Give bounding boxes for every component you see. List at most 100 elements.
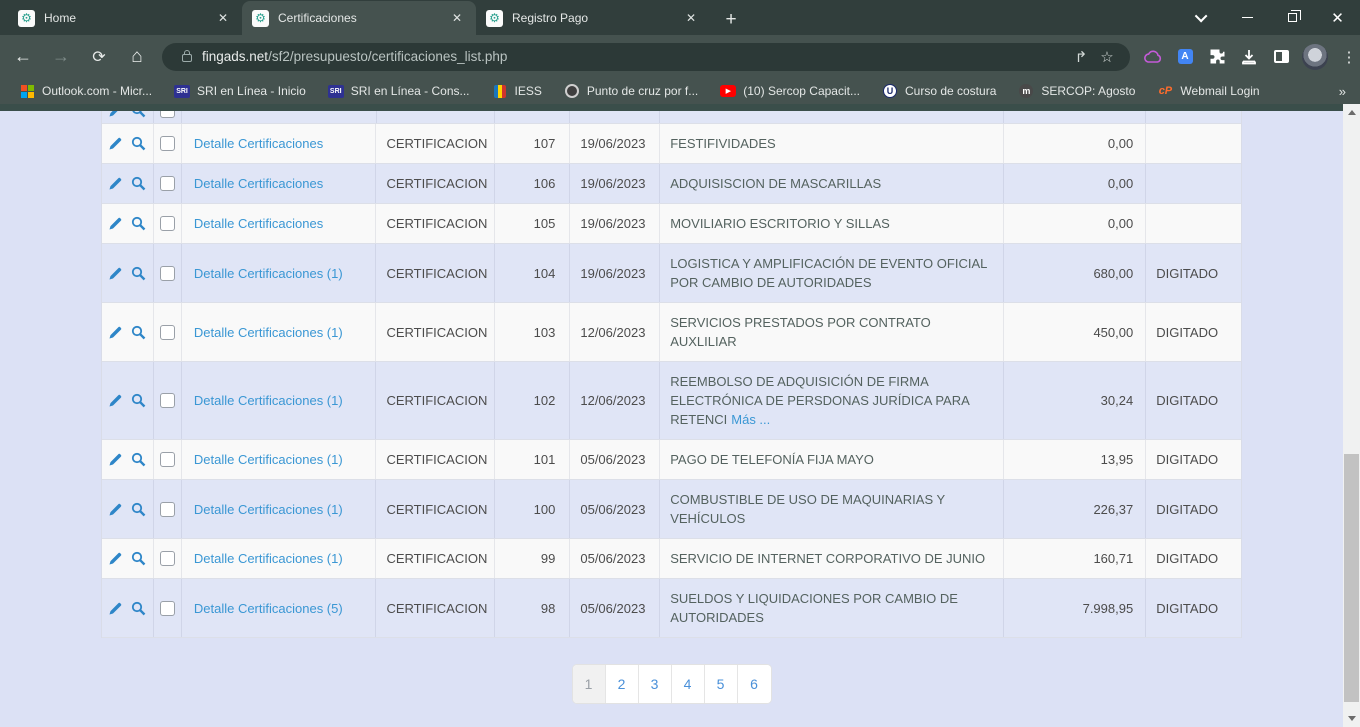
scrollbar-thumb[interactable] — [1344, 454, 1359, 702]
browser-tab[interactable]: ⚙ Home ✕ — [8, 1, 242, 35]
detalle-certificaciones-link[interactable]: Detalle Certificaciones (1) — [194, 450, 343, 469]
edit-icon[interactable] — [107, 265, 124, 282]
edit-icon[interactable] — [107, 324, 124, 341]
scroll-down-arrow-icon[interactable] — [1343, 710, 1360, 727]
pagination-page-link[interactable]: 4 — [672, 665, 705, 703]
bookmark-star-icon[interactable]: ☆ — [1094, 44, 1120, 70]
bookmark-item[interactable]: SRI SRI en Línea - Inicio — [163, 79, 317, 103]
edit-icon[interactable] — [107, 600, 124, 617]
bookmark-label: IESS — [515, 84, 542, 98]
search-icon[interactable] — [130, 265, 147, 282]
reload-icon[interactable]: ⟳ — [84, 42, 114, 72]
address-bar[interactable]: fingads.net/sf2/presupuesto/certificacio… — [162, 43, 1130, 71]
new-tab-button[interactable]: + — [716, 5, 746, 35]
weather-extension-icon[interactable] — [1142, 46, 1164, 68]
url-text[interactable]: fingads.net/sf2/presupuesto/certificacio… — [202, 49, 1068, 64]
search-icon[interactable] — [130, 324, 147, 341]
back-icon[interactable]: ← — [8, 42, 38, 72]
pagination-page-link[interactable]: 5 — [705, 665, 738, 703]
forward-icon[interactable]: → — [46, 42, 76, 72]
bookmark-item[interactable]: SRI SRI en Línea - Cons... — [317, 79, 481, 103]
search-icon[interactable] — [130, 215, 147, 232]
detalle-certificaciones-link[interactable]: Detalle Certificaciones (1) — [194, 323, 343, 342]
row-checkbox[interactable] — [160, 502, 175, 517]
minimize-button[interactable] — [1225, 0, 1270, 35]
bookmark-item[interactable]: m SERCOP: Agosto — [1007, 79, 1146, 103]
search-icon[interactable] — [130, 501, 147, 518]
extensions-puzzle-icon[interactable] — [1206, 46, 1228, 68]
estado-cell — [1146, 124, 1241, 163]
lock-icon[interactable] — [182, 54, 192, 62]
home-icon[interactable]: ⌂ — [122, 42, 152, 72]
fecha-cell: 12/06/2023 — [570, 362, 660, 439]
edit-icon[interactable] — [107, 501, 124, 518]
bookmark-item[interactable]: cP Webmail Login — [1146, 79, 1270, 103]
tab-close-icon[interactable]: ✕ — [448, 9, 466, 27]
row-checkbox[interactable] — [160, 325, 175, 340]
detalle-certificaciones-link[interactable]: Detalle Certificaciones (1) — [194, 391, 343, 410]
search-icon[interactable] — [130, 550, 147, 567]
share-icon[interactable]: ↱ — [1068, 44, 1094, 70]
search-icon[interactable] — [130, 600, 147, 617]
pagination-page-link[interactable]: 6 — [738, 665, 771, 703]
search-icon[interactable] — [130, 175, 147, 192]
tab-close-icon[interactable]: ✕ — [682, 9, 700, 27]
edit-icon[interactable] — [107, 111, 124, 119]
browser-tab[interactable]: ⚙ Certificaciones ✕ — [242, 1, 476, 35]
bookmarks-overflow-chevron-icon[interactable]: » — [1339, 84, 1346, 99]
tab-strip: ⚙ Home ✕ ⚙ Certificaciones ✕ ⚙ Registro … — [8, 0, 746, 35]
pagination-page-link[interactable]: 3 — [639, 665, 672, 703]
bookmark-item[interactable]: Outlook.com - Micr... — [8, 79, 163, 103]
table-row: Detalle Certificaciones (1) CERTIFICACIO… — [102, 539, 1241, 579]
vertical-scrollbar[interactable] — [1343, 104, 1360, 727]
detalle-certificaciones-link[interactable]: Detalle Certificaciones (5) — [194, 599, 343, 618]
detalle-certificaciones-link[interactable]: Detalle Certificaciones — [194, 214, 323, 233]
profile-avatar[interactable] — [1302, 44, 1328, 70]
edit-icon[interactable] — [107, 215, 124, 232]
detalle-certificaciones-link[interactable]: Detalle Certificaciones (1) — [194, 500, 343, 519]
edit-icon[interactable] — [107, 392, 124, 409]
row-checkbox[interactable] — [160, 393, 175, 408]
edit-icon[interactable] — [107, 550, 124, 567]
fecha-cell: 05/06/2023 — [570, 440, 660, 479]
bookmark-item[interactable]: ▶ (10) Sercop Capacit... — [709, 79, 871, 103]
tab-search-chevron-icon[interactable] — [1180, 0, 1225, 35]
row-checkbox[interactable] — [160, 176, 175, 191]
detalle-certificaciones-link[interactable]: Detalle Certificaciones (1) — [194, 264, 343, 283]
edit-icon[interactable] — [107, 175, 124, 192]
search-icon[interactable] — [130, 135, 147, 152]
search-icon[interactable] — [130, 451, 147, 468]
pagination-page-link[interactable]: 1 — [573, 665, 606, 703]
estado-cell — [1146, 164, 1241, 203]
row-checkbox[interactable] — [160, 216, 175, 231]
translate-extension-icon[interactable]: A — [1174, 46, 1196, 68]
scroll-up-arrow-icon[interactable] — [1343, 104, 1360, 121]
tab-close-icon[interactable]: ✕ — [214, 9, 232, 27]
mas-link[interactable]: Más ... — [731, 412, 770, 427]
pagination-page-link[interactable]: 2 — [606, 665, 639, 703]
side-panel-icon[interactable] — [1270, 46, 1292, 68]
bookmark-label: Punto de cruz por f... — [587, 84, 698, 98]
menu-dots-icon[interactable]: ⋮ — [1338, 46, 1360, 68]
detalle-certificaciones-link[interactable]: Detalle Certificaciones — [194, 174, 323, 193]
bookmark-item[interactable]: U Curso de costura — [871, 79, 1007, 103]
row-checkbox[interactable] — [160, 136, 175, 151]
close-window-button[interactable]: ✕ — [1315, 0, 1360, 35]
restore-button[interactable] — [1270, 0, 1315, 35]
row-checkbox[interactable] — [160, 452, 175, 467]
detalle-certificaciones-link[interactable]: Detalle Certificaciones — [194, 134, 323, 153]
edit-icon[interactable] — [107, 135, 124, 152]
edit-icon[interactable] — [107, 451, 124, 468]
download-icon[interactable] — [1238, 46, 1260, 68]
bookmark-item[interactable]: Punto de cruz por f... — [553, 79, 709, 103]
search-icon[interactable] — [130, 111, 147, 119]
bookmark-item[interactable]: IESS — [481, 79, 553, 103]
bookmark-label: SRI en Línea - Cons... — [351, 84, 470, 98]
browser-tab[interactable]: ⚙ Registro Pago ✕ — [476, 1, 710, 35]
row-checkbox[interactable] — [160, 266, 175, 281]
row-checkbox[interactable] — [160, 551, 175, 566]
detalle-certificaciones-link[interactable]: Detalle Certificaciones (1) — [194, 549, 343, 568]
row-checkbox[interactable] — [160, 601, 175, 616]
row-checkbox[interactable] — [160, 111, 175, 118]
search-icon[interactable] — [130, 392, 147, 409]
